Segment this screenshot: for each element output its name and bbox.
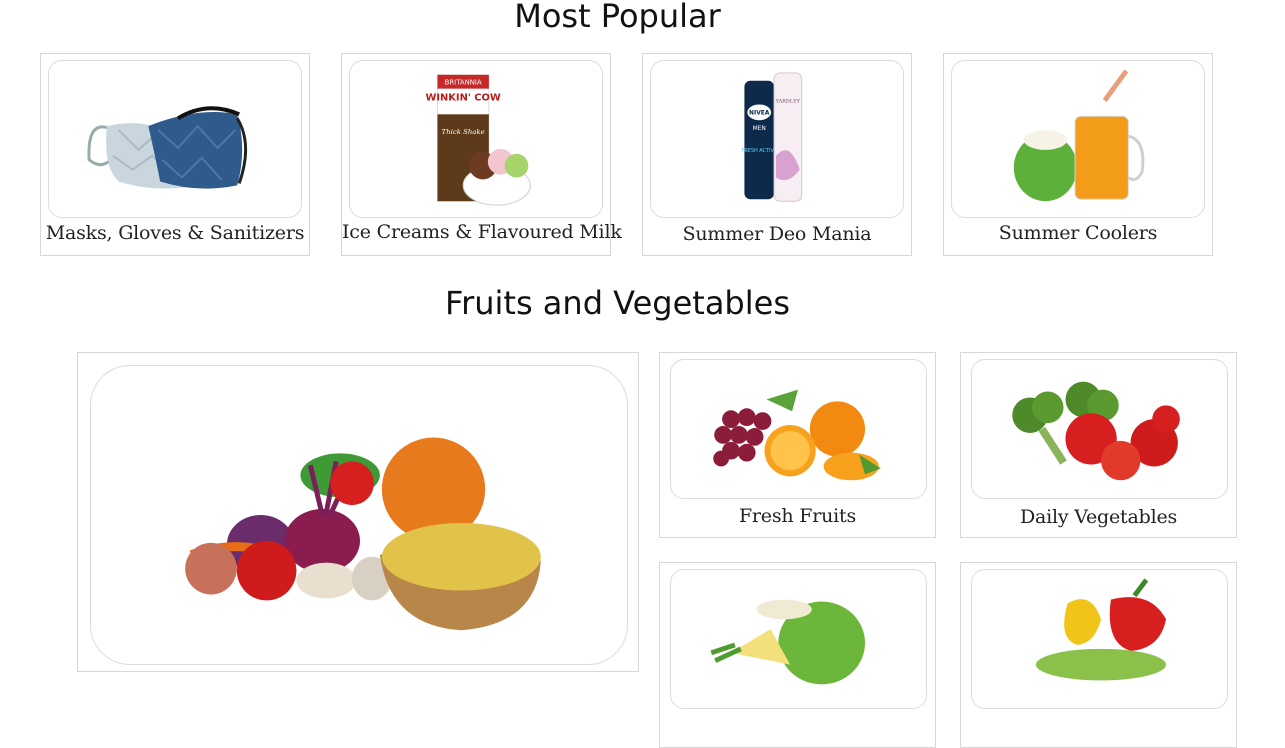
category-label: Masks, Gloves & Sanitizers [45,222,305,244]
deodorant-cans-image: NIVEA MEN FRESH ACTIVE YARDLEY [650,60,904,218]
coconut-pineapple-image [670,569,927,709]
category-card-exotic-fruits[interactable] [659,562,936,748]
can-brand: NIVEA [749,110,770,116]
package-name: WINKIN' COW [426,92,501,103]
fruits-vegetables-hero-card[interactable] [77,352,639,672]
face-masks-image [48,60,302,218]
broccoli-tomatoes-image [971,359,1228,499]
category-label: Fresh Fruits [738,505,857,527]
can-sub: MEN [753,126,766,132]
category-card-peppers[interactable] [960,562,1237,748]
coconut-juice-image [951,60,1205,218]
category-label: Ice Creams & Flavoured Milk [342,221,622,243]
package-subtitle: Thick Shake [442,128,485,136]
category-label: Summer Deo Mania [682,223,872,245]
section-title-fruits-vegetables: Fruits and Vegetables [445,284,790,322]
category-card-deo[interactable]: NIVEA MEN FRESH ACTIVE YARDLEY Summer De… [642,53,912,256]
category-label: Summer Coolers [998,222,1158,244]
milkshake-icecream-image: BRITANNIA WINKIN' COW Thick Shake [349,60,603,218]
category-card-masks[interactable]: Masks, Gloves & Sanitizers [40,53,310,256]
peppers-image [971,569,1228,709]
grapes-oranges-image [670,359,927,499]
category-label: Daily Vegetables [1019,506,1178,528]
package-brand: BRITANNIA [445,79,482,87]
category-card-coolers[interactable]: Summer Coolers [943,53,1213,256]
can-variant: FRESH ACTIVE [742,148,777,154]
vegetables-basket-image [90,365,628,665]
section-title-most-popular: Most Popular [514,0,721,35]
can-brand-2: YARDLEY [775,98,801,104]
category-card-ice-creams[interactable]: BRITANNIA WINKIN' COW Thick Shake Ice Cr… [341,53,622,256]
category-card-fresh-fruits[interactable]: Fresh Fruits [659,352,936,538]
category-card-daily-vegetables[interactable]: Daily Vegetables [960,352,1237,538]
